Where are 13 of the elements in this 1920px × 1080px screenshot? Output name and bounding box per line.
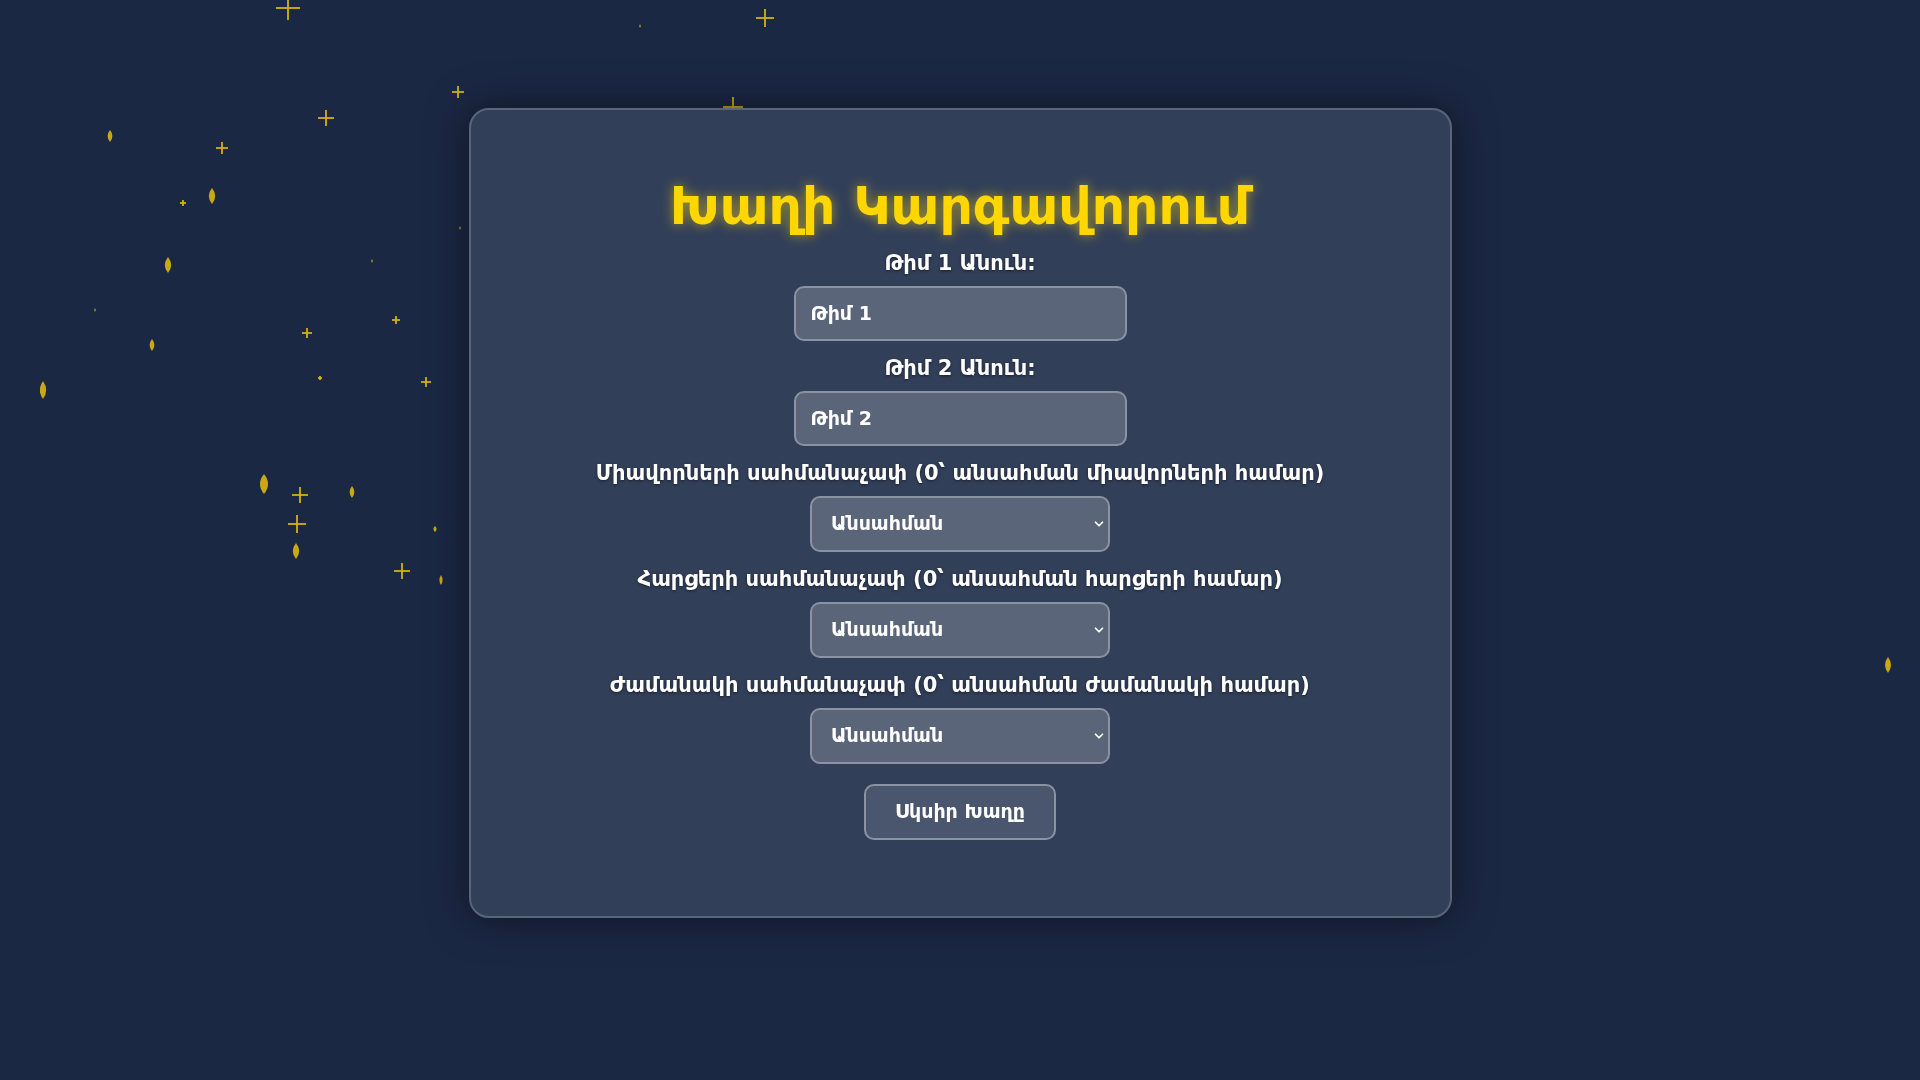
field-label: Ժամանակի սահմանաչափ (0՝ անսահման ժամանակի համար): [610, 671, 1310, 699]
start-button[interactable]: Սկսիր Խաղը: [864, 783, 1056, 840]
field-label: Հարցերի սահմանաչափ (0՝ անսահման հարցերի համար): [637, 565, 1283, 593]
limit-select[interactable]: Անսահման: [810, 707, 1110, 764]
limit-select[interactable]: Անսահման: [810, 601, 1110, 658]
field-label: Թիմ 1 Անուն:: [884, 249, 1036, 277]
text-input[interactable]: Թիմ 2: [793, 390, 1127, 446]
field-label: Թիմ 2 Անուն:: [884, 354, 1036, 382]
text-input[interactable]: Թիմ 1: [793, 285, 1127, 341]
field-label: Միավորների սահմանաչափ (0՝ անսահման միավորների համար): [595, 459, 1325, 487]
page-title: Խաղի Կարգավորում: [669, 174, 1251, 238]
sparkle-icon: [1884, 657, 1892, 673]
limit-select[interactable]: Անսահման: [810, 495, 1110, 552]
